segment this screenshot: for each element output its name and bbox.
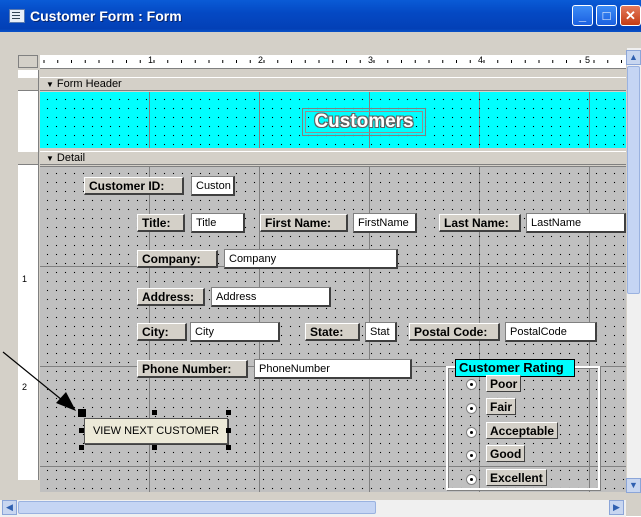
first-name-field[interactable]: FirstName [353, 213, 417, 233]
company-field[interactable]: Company [224, 249, 398, 269]
form-header-bar[interactable]: ▼ Form Header [40, 77, 633, 91]
city-label[interactable]: City: [137, 323, 187, 341]
resize-handle[interactable] [226, 410, 231, 415]
scroll-left-icon[interactable]: ◀ [2, 500, 17, 515]
postal-code-label[interactable]: Postal Code: [409, 323, 500, 341]
detail-section-selector[interactable] [18, 151, 38, 165]
ruler-mark-2: 2 [258, 55, 264, 65]
title-field[interactable]: Title [191, 213, 245, 233]
vruler-mark-1: 1 [22, 274, 28, 284]
header-title-label[interactable]: Customers [302, 108, 426, 136]
state-field[interactable]: Stat [365, 322, 397, 342]
radio-acceptable[interactable] [466, 427, 477, 438]
ruler-mark-4: 4 [478, 55, 484, 65]
first-name-label[interactable]: First Name: [260, 214, 348, 232]
scroll-right-icon[interactable]: ▶ [609, 500, 624, 515]
close-icon[interactable]: ✕ [620, 5, 641, 26]
ruler-ticks [43, 60, 622, 63]
resize-handle[interactable] [226, 428, 231, 433]
company-label[interactable]: Company: [137, 250, 218, 268]
annotation-arrow [2, 351, 76, 411]
radio-excellent[interactable] [466, 474, 477, 485]
view-next-customer-button[interactable]: VIEW NEXT CUSTOMER [84, 418, 228, 444]
resize-handle[interactable] [79, 445, 84, 450]
maximize-icon[interactable]: □ [596, 5, 617, 26]
radio-fair[interactable] [466, 403, 477, 414]
scroll-down-icon[interactable]: ▼ [626, 478, 641, 493]
option-fair-label[interactable]: Fair [486, 398, 517, 415]
header-section-selector[interactable] [18, 77, 38, 91]
section-arrow-icon: ▼ [46, 154, 54, 163]
title-label[interactable]: Title: [137, 214, 185, 232]
state-label[interactable]: State: [305, 323, 360, 341]
window-title: Customer Form : Form [30, 8, 182, 24]
form-icon [9, 9, 25, 23]
resize-handle[interactable] [152, 445, 157, 450]
minimize-icon[interactable]: _ [572, 5, 593, 26]
last-name-label[interactable]: Last Name: [439, 214, 521, 232]
ruler-mark-3: 3 [368, 55, 374, 65]
customer-id-label[interactable]: Customer ID: [84, 177, 184, 195]
horizontal-scroll-thumb[interactable] [18, 501, 376, 514]
section-arrow-icon: ▼ [46, 80, 54, 89]
option-excellent-label[interactable]: Excellent [486, 469, 547, 486]
resize-handle[interactable] [226, 445, 231, 450]
postal-code-field[interactable]: PostalCode [505, 322, 597, 342]
city-field[interactable]: City [190, 322, 280, 342]
last-name-field[interactable]: LastName [526, 213, 626, 233]
address-field[interactable]: Address [211, 287, 331, 307]
address-label[interactable]: Address: [137, 288, 205, 306]
option-acceptable-label[interactable]: Acceptable [486, 422, 559, 439]
detail-bar[interactable]: ▼ Detail [40, 151, 633, 165]
phone-number-label[interactable]: Phone Number: [137, 360, 248, 378]
detail-label: Detail [56, 152, 86, 164]
ruler-mark-5: 5 [585, 55, 591, 65]
option-poor-label[interactable]: Poor [486, 375, 522, 392]
ruler-mark-1: 1 [148, 55, 154, 65]
customer-id-field[interactable]: Custon [191, 176, 235, 196]
form-header-label: Form Header [56, 78, 122, 90]
scroll-up-icon[interactable]: ▲ [626, 50, 641, 65]
radio-poor[interactable] [466, 379, 477, 390]
resize-handle[interactable] [79, 428, 84, 433]
option-good-label[interactable]: Good [486, 445, 526, 462]
resize-handle[interactable] [152, 410, 157, 415]
radio-good[interactable] [466, 450, 477, 461]
vertical-scroll-thumb[interactable] [627, 66, 640, 294]
phone-number-field[interactable]: PhoneNumber [254, 359, 412, 379]
horizontal-ruler[interactable]: 1 2 3 4 5 [40, 55, 633, 69]
form-selector[interactable] [18, 55, 38, 68]
